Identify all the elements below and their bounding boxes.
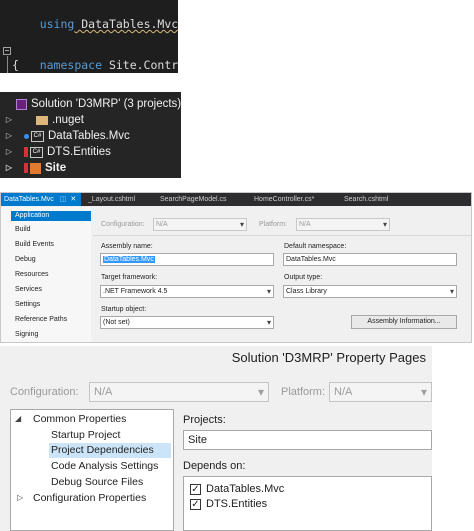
output-type-label: Output type: <box>284 274 323 281</box>
nav-item-settings[interactable]: Settings <box>15 300 40 310</box>
tab-layout-cshtml[interactable]: _Layout.cshtml <box>85 193 138 206</box>
nav-item-resources[interactable]: Resources <box>15 270 48 280</box>
tree-item-label: DataTables.Mvc <box>48 130 130 142</box>
tree-item-solution[interactable]: Solution 'D3MRP' (3 projects) <box>16 96 181 112</box>
document-tab-strip: DataTables.Mvc ◫ ✕ _Layout.cshtml Search… <box>1 193 471 206</box>
fold-guide <box>7 56 8 73</box>
expand-arrow-icon[interactable]: ▷ <box>4 144 14 160</box>
dependency-checkbox[interactable]: ✓ <box>190 498 201 510</box>
using-namespace-text: DataTables.Mvc; <box>74 17 178 31</box>
checked-out-icon <box>24 163 28 173</box>
tree-item-label: Solution 'D3MRP' (3 projects) <box>31 98 182 110</box>
dialog-title: Solution 'D3MRP' Property Pages <box>231 350 426 365</box>
tree-item-common-properties[interactable]: Common Properties <box>33 412 126 427</box>
collapse-arrow-icon[interactable]: ◢ <box>15 414 21 423</box>
startup-object-label: Startup object: <box>101 306 147 313</box>
csharp-project-icon: C# <box>31 130 44 142</box>
expand-arrow-icon[interactable]: ▷ <box>17 493 23 502</box>
namespace-name-text: Site.Controllers <box>108 58 178 72</box>
projects-label: Projects: <box>183 414 226 426</box>
dependency-row-dts-entities[interactable]: ✓ DTS.Entities <box>190 497 267 511</box>
collapse-toggle-icon[interactable] <box>3 47 11 55</box>
properties-nav: Application Build Build Events Debug Res… <box>1 207 91 342</box>
expand-arrow-icon[interactable]: ▷ <box>4 160 14 176</box>
project-properties-window: DataTables.Mvc ◫ ✕ _Layout.cshtml Search… <box>0 192 472 343</box>
configuration-label: Configuration: <box>10 386 79 398</box>
code-editor[interactable]: using DataTables.Mvc; namespace Site.Con… <box>0 0 178 73</box>
dependency-label: DTS.Entities <box>206 498 268 510</box>
nav-item-debug[interactable]: Debug <box>15 255 36 265</box>
tree-item-dts-entities[interactable]: ▷ C# DTS.Entities <box>4 144 111 160</box>
platform-label: Platform: <box>259 221 288 228</box>
platform-dropdown[interactable]: N/A <box>329 382 432 402</box>
tab-homecontroller-cs[interactable]: HomeController.cs* <box>251 193 317 206</box>
tree-item-label: Site <box>45 162 67 174</box>
default-namespace-input[interactable]: DataTables.Mvc <box>283 253 457 266</box>
checked-out-icon <box>24 147 28 157</box>
assembly-name-value: DataTables.Mvc <box>103 256 155 263</box>
dependencies-list: ✓ DataTables.Mvc ✓ DTS.Entities <box>183 476 432 531</box>
tree-item-label: DTS.Entities <box>47 146 111 158</box>
nav-item-services[interactable]: Services <box>15 285 42 295</box>
tree-item-code-analysis-settings[interactable]: Code Analysis Settings <box>51 459 158 474</box>
tab-searchpagemodel-cs[interactable]: SearchPageModel.cs <box>157 193 230 206</box>
startup-object-dropdown[interactable]: (Not set) <box>100 316 274 329</box>
expand-arrow-icon[interactable]: ▷ <box>4 128 14 144</box>
folder-icon <box>36 115 48 125</box>
target-framework-dropdown[interactable]: .NET Framework 4.5 <box>100 285 274 298</box>
default-namespace-label: Default namespace: <box>284 243 347 250</box>
divider <box>93 235 471 236</box>
assembly-information-button[interactable]: Assembly Information... <box>351 315 457 329</box>
code-line-using[interactable]: using DataTables.Mvc; <box>12 3 178 31</box>
configuration-label: Configuration: <box>101 221 145 228</box>
nav-item-signing[interactable]: Signing <box>15 330 38 340</box>
property-tree: ◢ Common Properties Startup Project Proj… <box>10 409 174 531</box>
tab-datatables-mvc[interactable]: DataTables.Mvc ◫ ✕ <box>1 193 81 206</box>
tree-item-label: .nuget <box>52 114 84 126</box>
solution-icon <box>16 98 27 110</box>
assembly-name-input[interactable]: DataTables.Mvc <box>100 253 274 266</box>
dependency-row-datatables-mvc[interactable]: ✓ DataTables.Mvc <box>190 482 284 496</box>
using-keyword: using <box>39 17 75 31</box>
tree-item-project-dependencies[interactable]: Project Dependencies <box>49 443 171 458</box>
depends-on-label: Depends on: <box>183 460 246 472</box>
tree-item-site[interactable]: ▷ Site <box>4 160 66 176</box>
platform-dropdown[interactable]: N/A <box>296 218 390 231</box>
code-line-brace[interactable]: { <box>12 58 19 72</box>
pin-icon[interactable]: ◫ <box>60 196 67 203</box>
dependency-label: DataTables.Mvc <box>206 483 285 495</box>
dependency-checkbox[interactable]: ✓ <box>190 483 201 495</box>
tab-label: DataTables.Mvc <box>4 196 54 203</box>
pending-change-icon <box>24 133 29 139</box>
output-type-dropdown[interactable]: Class Library <box>283 285 457 298</box>
nav-item-build[interactable]: Build <box>15 225 31 235</box>
nav-item-reference-paths[interactable]: Reference Paths <box>15 315 67 325</box>
csharp-project-icon: C# <box>30 146 43 158</box>
configuration-dropdown[interactable]: N/A <box>153 218 247 231</box>
tree-item-startup-project[interactable]: Startup Project <box>51 428 120 443</box>
platform-label: Platform: <box>281 386 326 398</box>
assembly-name-label: Assembly name: <box>101 243 153 250</box>
close-icon[interactable]: ✕ <box>70 196 76 203</box>
expand-arrow-icon[interactable]: ▷ <box>4 112 14 128</box>
tree-item-datatables-mvc[interactable]: ▷ C# DataTables.Mvc <box>4 128 130 144</box>
nav-item-application[interactable]: Application <box>11 211 91 221</box>
solution-property-pages-dialog: Solution 'D3MRP' Property Pages Configur… <box>0 346 432 531</box>
web-project-icon <box>30 162 41 174</box>
nav-item-build-events[interactable]: Build Events <box>15 240 54 250</box>
tree-item-configuration-properties[interactable]: Configuration Properties <box>33 491 146 506</box>
configuration-dropdown[interactable]: N/A <box>89 382 269 402</box>
target-framework-label: Target framework: <box>101 274 158 281</box>
tab-search-cshtml[interactable]: Search.cshtml <box>341 193 391 206</box>
solution-explorer: Solution 'D3MRP' (3 projects) ▷ .nuget ▷… <box>0 92 181 178</box>
tree-item-debug-source-files[interactable]: Debug Source Files <box>51 475 143 490</box>
code-line-namespace[interactable]: namespace Site.Controllers <box>12 44 178 72</box>
projects-dropdown[interactable]: Site <box>183 430 432 450</box>
tree-item-nuget[interactable]: ▷ .nuget <box>4 112 84 128</box>
namespace-keyword: namespace <box>39 58 103 72</box>
